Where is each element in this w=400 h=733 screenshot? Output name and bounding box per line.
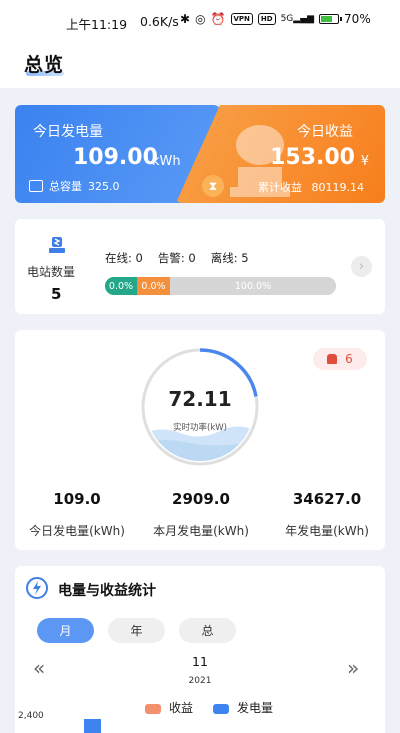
network-speed: 0.6K/s bbox=[140, 14, 179, 29]
offline-count: 离线: 5 bbox=[210, 251, 249, 265]
tab-total[interactable]: 总 bbox=[179, 618, 236, 643]
energy-stats-icon bbox=[26, 577, 48, 599]
chevron-right-icon[interactable]: › bbox=[351, 256, 372, 277]
legend-income-swatch bbox=[145, 703, 161, 714]
status-bar: 上午11:19 0.6K/s ✱ ◎ ⏰ VPN HD 5G▂▄▆ 70% bbox=[0, 0, 400, 40]
capacity-icon bbox=[29, 180, 43, 192]
daily-energy-value: 109.0 bbox=[53, 490, 101, 508]
alarm-badge-count: 6 bbox=[345, 352, 353, 366]
today-income-label: 今日收益 bbox=[297, 124, 353, 140]
today-income-value: 153.00 bbox=[270, 145, 355, 170]
signal-icon: 5G▂▄▆ bbox=[280, 14, 315, 24]
legend-income[interactable]: 收益 bbox=[145, 699, 193, 716]
battery-icon bbox=[319, 14, 343, 24]
energy-bar bbox=[84, 719, 101, 733]
alarm-segment: 0.0% bbox=[137, 277, 170, 295]
hd-icon: HD bbox=[257, 13, 276, 25]
period-tabs: 月 年 总 bbox=[37, 618, 236, 643]
total-capacity-value: 325.0 bbox=[88, 179, 120, 193]
cumulative-income-value: 80119.14 bbox=[311, 181, 365, 194]
tab-year[interactable]: 年 bbox=[108, 618, 165, 643]
today-energy-unit: kWh bbox=[152, 154, 181, 169]
hourglass-icon: ⧗ bbox=[202, 175, 224, 197]
daily-energy-label: 今日发电量(kWh) bbox=[29, 524, 125, 538]
cumulative-income: 累计收益 80119.14 bbox=[258, 179, 364, 195]
total-capacity-label: 总容量 bbox=[49, 180, 82, 193]
online-segment: 0.0% bbox=[105, 277, 137, 295]
offline-segment: 100.0% bbox=[170, 277, 336, 295]
station-icon bbox=[49, 237, 65, 253]
y-axis-tick: 2,400 bbox=[18, 711, 44, 721]
bluetooth-icon: ✱ bbox=[180, 12, 191, 26]
alarm-icon bbox=[327, 354, 338, 364]
station-status-counts: 在线: 0 告警: 0 离线: 5 bbox=[105, 250, 249, 266]
realtime-power-gauge: 72.11 实时功率(kW) bbox=[140, 347, 260, 467]
station-count: 5 bbox=[51, 285, 62, 303]
power-card: 6 72.11 实时功率(kW) 109.0 今日发电量(kWh) 2909.0… bbox=[15, 330, 385, 550]
legend-energy[interactable]: 发电量 bbox=[213, 699, 273, 716]
station-card[interactable]: 电站数量 5 在线: 0 告警: 0 离线: 5 0.0% 0.0% 100.0… bbox=[15, 219, 385, 314]
stats-title: 电量与收益统计 bbox=[58, 583, 156, 599]
battery-percent: 70% bbox=[344, 12, 371, 26]
status-icons: ✱ ◎ ⏰ VPN HD 5G▂▄▆ 70% bbox=[180, 12, 371, 26]
alarm-count: 告警: 0 bbox=[157, 251, 196, 265]
station-count-label: 电站数量 bbox=[27, 265, 76, 279]
period-year: 2021 bbox=[188, 676, 212, 686]
vpn-icon: VPN bbox=[230, 13, 253, 25]
realtime-power-value: 72.11 bbox=[168, 387, 232, 411]
legend-energy-swatch bbox=[213, 703, 230, 714]
period-month: 11 bbox=[192, 654, 208, 669]
monthly-energy-stat: 2909.0 本月发电量(kWh) bbox=[146, 490, 256, 539]
alarm-badge[interactable]: 6 bbox=[313, 348, 367, 370]
today-energy-label: 今日发电量 bbox=[33, 124, 103, 140]
energy-income-stats-card: 电量与收益统计 月 年 总 « » 11 2021 收益 发电量 2,400 bbox=[15, 566, 385, 733]
tab-month[interactable]: 月 bbox=[37, 618, 94, 643]
monthly-energy-label: 本月发电量(kWh) bbox=[153, 524, 249, 538]
status-time: 上午11:19 bbox=[66, 17, 128, 32]
page-header: 总览 bbox=[0, 40, 400, 88]
yearly-energy-stat: 34627.0 年发电量(kWh) bbox=[277, 490, 377, 539]
realtime-power-label: 实时功率(kW) bbox=[173, 423, 227, 433]
alarm-clock-icon: ⏰ bbox=[210, 12, 226, 26]
station-status-bar: 0.0% 0.0% 100.0% bbox=[105, 277, 336, 295]
page-title: 总览 bbox=[24, 54, 65, 76]
online-count: 在线: 0 bbox=[105, 251, 143, 265]
daily-energy-stat: 109.0 今日发电量(kWh) bbox=[27, 490, 127, 539]
today-energy-value: 109.00 bbox=[73, 145, 158, 170]
mute-icon: ◎ bbox=[195, 12, 206, 26]
chart-legend: 收益 发电量 bbox=[145, 699, 273, 716]
today-income-unit: ¥ bbox=[360, 154, 369, 169]
cumulative-income-label: 累计收益 bbox=[258, 181, 302, 194]
yearly-energy-value: 34627.0 bbox=[292, 490, 362, 508]
total-capacity: 总容量 325.0 bbox=[29, 178, 120, 194]
yearly-energy-label: 年发电量(kWh) bbox=[285, 524, 369, 538]
monthly-energy-value: 2909.0 bbox=[172, 490, 230, 508]
